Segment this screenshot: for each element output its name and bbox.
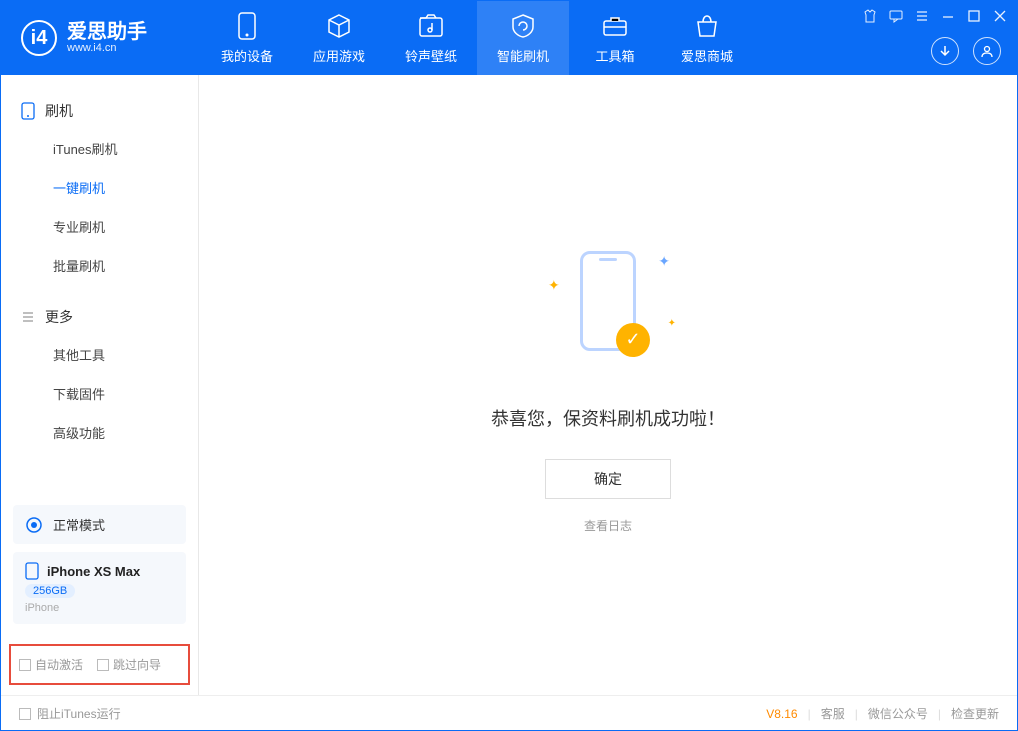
separator: | — [808, 707, 811, 721]
separator: | — [938, 707, 941, 721]
nav-tab-flash[interactable]: 智能刷机 — [477, 1, 569, 75]
checkbox-icon — [97, 659, 109, 671]
device-name: iPhone XS Max — [47, 564, 140, 579]
mode-icon — [25, 516, 43, 534]
view-log-link[interactable]: 查看日志 — [584, 517, 632, 534]
sidebar-group-flash: 刷机 — [1, 93, 198, 129]
feedback-icon[interactable] — [889, 9, 903, 23]
auto-activate-checkbox[interactable]: 自动激活 — [19, 656, 83, 673]
download-button[interactable] — [931, 37, 959, 65]
nav-tab-label: 智能刷机 — [497, 46, 549, 65]
phone-icon — [21, 102, 35, 120]
sidebar-group-title: 更多 — [45, 307, 73, 327]
checkbox-icon — [19, 708, 31, 720]
nav-tab-store[interactable]: 爱思商城 — [661, 1, 753, 75]
nav-tab-apps[interactable]: 应用游戏 — [293, 1, 385, 75]
sidebar-item-oneclick-flash[interactable]: 一键刷机 — [1, 168, 198, 207]
body-area: 刷机 iTunes刷机 一键刷机 专业刷机 批量刷机 更多 其他工具 下载固件 … — [1, 75, 1017, 695]
shield-refresh-icon — [509, 12, 537, 40]
sidebar-item-pro-flash[interactable]: 专业刷机 — [1, 207, 198, 246]
device-icon — [25, 562, 39, 580]
success-message: 恭喜您，保资料刷机成功啦！ — [491, 405, 725, 431]
block-itunes-checkbox[interactable]: 阻止iTunes运行 — [19, 705, 121, 722]
store-icon — [693, 12, 721, 40]
device-capacity: 256GB — [25, 584, 75, 598]
footer-link-support[interactable]: 客服 — [821, 705, 845, 722]
nav-tab-label: 爱思商城 — [681, 46, 733, 65]
nav-tab-ringtones[interactable]: 铃声壁纸 — [385, 1, 477, 75]
success-illustration: ✦ ✦ ✦ ✓ — [538, 237, 678, 377]
user-button[interactable] — [973, 37, 1001, 65]
nav-tab-label: 铃声壁纸 — [405, 46, 457, 65]
footer-right: V8.16 | 客服 | 微信公众号 | 检查更新 — [766, 705, 999, 722]
checkbox-label: 阻止iTunes运行 — [37, 705, 121, 722]
logo-area: i4 爱思助手 www.i4.cn — [1, 20, 201, 56]
sidebar-group-title: 刷机 — [45, 101, 73, 121]
app-logo-icon: i4 — [21, 20, 57, 56]
header-action-buttons — [931, 37, 1001, 65]
app-header: i4 爱思助手 www.i4.cn 我的设备 应用游戏 铃声壁纸 智能刷机 工具… — [1, 1, 1017, 75]
skip-guide-checkbox[interactable]: 跳过向导 — [97, 656, 161, 673]
list-icon — [21, 310, 35, 324]
sidebar-group-more: 更多 — [1, 299, 198, 335]
footer: 阻止iTunes运行 V8.16 | 客服 | 微信公众号 | 检查更新 — [1, 695, 1017, 731]
footer-link-wechat[interactable]: 微信公众号 — [868, 705, 928, 722]
app-title: 爱思助手 — [67, 22, 147, 42]
nav-tab-label: 应用游戏 — [313, 46, 365, 65]
highlighted-options-box: 自动激活 跳过向导 — [9, 644, 190, 685]
sidebar-item-other-tools[interactable]: 其他工具 — [1, 335, 198, 374]
device-icon — [233, 12, 261, 40]
device-mode-row[interactable]: 正常模式 — [13, 505, 186, 544]
sidebar-item-itunes-flash[interactable]: iTunes刷机 — [1, 129, 198, 168]
nav-tab-my-device[interactable]: 我的设备 — [201, 1, 293, 75]
nav-tab-label: 我的设备 — [221, 46, 273, 65]
device-mode-label: 正常模式 — [53, 515, 105, 534]
sidebar-item-batch-flash[interactable]: 批量刷机 — [1, 246, 198, 285]
device-row[interactable]: iPhone XS Max 256GB iPhone — [13, 552, 186, 624]
close-icon[interactable] — [993, 9, 1007, 23]
version-label: V8.16 — [766, 707, 797, 721]
music-folder-icon — [417, 12, 445, 40]
device-info-box: 正常模式 iPhone XS Max 256GB iPhone — [13, 505, 186, 632]
minimize-icon[interactable] — [941, 9, 955, 23]
sidebar-item-download-firmware[interactable]: 下载固件 — [1, 374, 198, 413]
checkbox-label: 自动激活 — [35, 656, 83, 673]
nav-tab-label: 工具箱 — [595, 46, 634, 65]
ok-button[interactable]: 确定 — [545, 459, 671, 499]
nav-tab-toolbox[interactable]: 工具箱 — [569, 1, 661, 75]
sidebar-item-advanced[interactable]: 高级功能 — [1, 413, 198, 452]
checkbox-icon — [19, 659, 31, 671]
footer-link-update[interactable]: 检查更新 — [951, 705, 999, 722]
check-badge-icon: ✓ — [616, 323, 650, 357]
window-controls — [863, 9, 1007, 23]
separator: | — [855, 707, 858, 721]
cube-icon — [325, 12, 353, 40]
sparkle-icon: ✦ — [668, 318, 676, 329]
checkbox-label: 跳过向导 — [113, 656, 161, 673]
menu-icon[interactable] — [915, 9, 929, 23]
sparkle-icon: ✦ — [658, 253, 670, 270]
nav-tabs: 我的设备 应用游戏 铃声壁纸 智能刷机 工具箱 爱思商城 — [201, 1, 753, 75]
app-subtitle: www.i4.cn — [67, 42, 147, 54]
main-content: ✦ ✦ ✦ ✓ 恭喜您，保资料刷机成功啦！ 确定 查看日志 — [199, 75, 1017, 695]
device-type: iPhone — [25, 602, 59, 614]
toolbox-icon — [601, 12, 629, 40]
sparkle-icon: ✦ — [548, 277, 560, 294]
shirt-icon[interactable] — [863, 9, 877, 23]
sidebar: 刷机 iTunes刷机 一键刷机 专业刷机 批量刷机 更多 其他工具 下载固件 … — [1, 75, 199, 695]
maximize-icon[interactable] — [967, 9, 981, 23]
